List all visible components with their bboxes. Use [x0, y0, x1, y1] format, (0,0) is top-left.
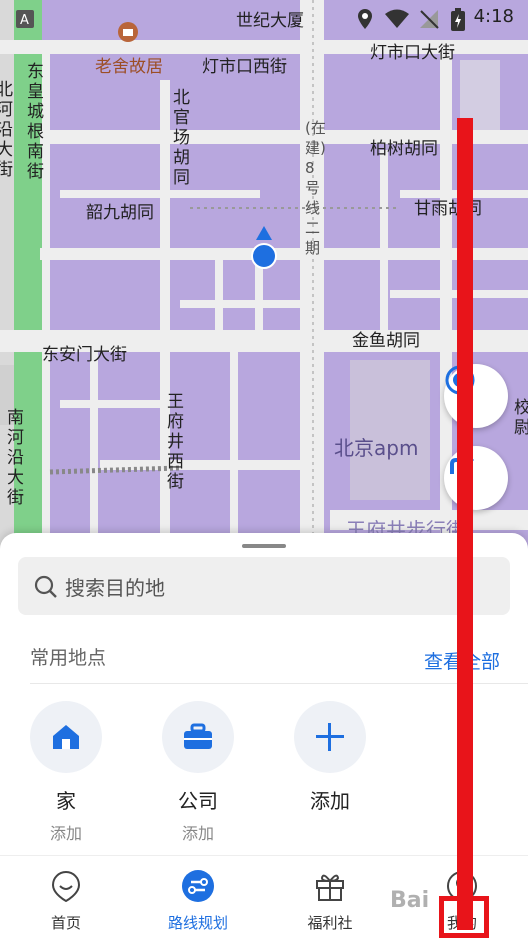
- current-location-marker: [251, 226, 277, 269]
- map-label-dengshikou-dajie: 灯市口大街: [370, 43, 455, 63]
- map-label-wangfujing-xijie: 王府井西街: [167, 392, 184, 492]
- search-placeholder: 搜索目的地: [65, 576, 165, 600]
- sheet-drag-handle[interactable]: [242, 544, 286, 548]
- home-icon: [53, 725, 79, 749]
- map-label-apm[interactable]: 北京apm: [334, 432, 418, 461]
- place-home[interactable]: 家 添加: [26, 701, 106, 844]
- status-bar: A 世纪大厦 4:18: [0, 0, 528, 36]
- map-label-dengshikou-xijie: 灯市口西街: [202, 57, 287, 77]
- notification-a-icon: A: [16, 10, 34, 28]
- company-button[interactable]: [162, 701, 234, 773]
- place-sub: 添加: [49, 824, 82, 843]
- status-time: 4:18: [473, 6, 514, 27]
- map-label-right-edge: 校尉: [514, 398, 528, 438]
- map-label-jinyu: 金鱼胡同: [352, 331, 420, 351]
- map-label-donganmen: 东安门大街: [42, 345, 127, 365]
- battery-icon: [451, 8, 465, 31]
- route-shortcut-button[interactable]: [444, 446, 508, 510]
- search-input[interactable]: 搜索目的地: [18, 557, 510, 615]
- map-label-beiguanchang: 北官场胡同: [173, 88, 190, 188]
- tab-route[interactable]: 路线规划: [148, 856, 248, 941]
- map-label-nanheyan: 南河沿大街: [7, 408, 24, 508]
- map-label-baishu: 柏树胡同: [370, 139, 438, 159]
- briefcase-icon: [184, 723, 212, 749]
- status-title: 世纪大厦: [236, 11, 304, 31]
- tab-home[interactable]: 首页: [16, 856, 116, 941]
- annotation-arrow-line: [457, 118, 473, 930]
- place-name: 添加: [310, 789, 350, 813]
- place-name: 家: [56, 789, 76, 813]
- map-label-dongcheng-nanjie: 东皇城根南街: [27, 62, 44, 182]
- wifi-icon: [385, 9, 409, 28]
- search-icon: [34, 575, 57, 598]
- location-status-icon: [358, 9, 372, 29]
- map-label-shaojiu: 韶九胡同: [86, 203, 154, 223]
- watermark: Bai: [390, 888, 430, 913]
- home-button[interactable]: [30, 701, 102, 773]
- tab-welfare[interactable]: 福利社: [280, 856, 380, 941]
- map-label-line8: (在建)8号线二期: [305, 119, 326, 257]
- tab-label: 路线规划: [167, 914, 228, 932]
- place-sub: 添加: [181, 824, 214, 843]
- map-pin-icon: [51, 870, 81, 902]
- map-view[interactable]: 老舍故居 灯市口西街 灯市口大街 东皇城根南街 北河沿大街 北官场胡同 (在建)…: [0, 0, 528, 560]
- map-label-beiheyan: 北河沿大街: [0, 80, 13, 180]
- map-label-laoshe[interactable]: 老舍故居: [95, 52, 163, 77]
- tab-label: 福利社: [307, 914, 353, 932]
- gift-icon: [316, 874, 344, 901]
- divider: [30, 683, 528, 684]
- favorites-header: 常用地点 查看全部: [30, 639, 500, 679]
- place-company[interactable]: 公司 添加: [158, 701, 238, 844]
- annotation-highlight-box: [439, 896, 489, 938]
- plus-icon: [316, 723, 344, 751]
- route-icon: [182, 870, 214, 902]
- favorites-title: 常用地点: [30, 647, 107, 669]
- place-add[interactable]: 添加: [290, 701, 370, 814]
- place-name: 公司: [178, 789, 218, 813]
- locate-button[interactable]: [444, 364, 508, 428]
- svg-text:A: A: [20, 13, 29, 28]
- tab-label: 首页: [50, 914, 81, 932]
- no-signal-icon: [420, 10, 439, 29]
- add-place-button[interactable]: [294, 701, 366, 773]
